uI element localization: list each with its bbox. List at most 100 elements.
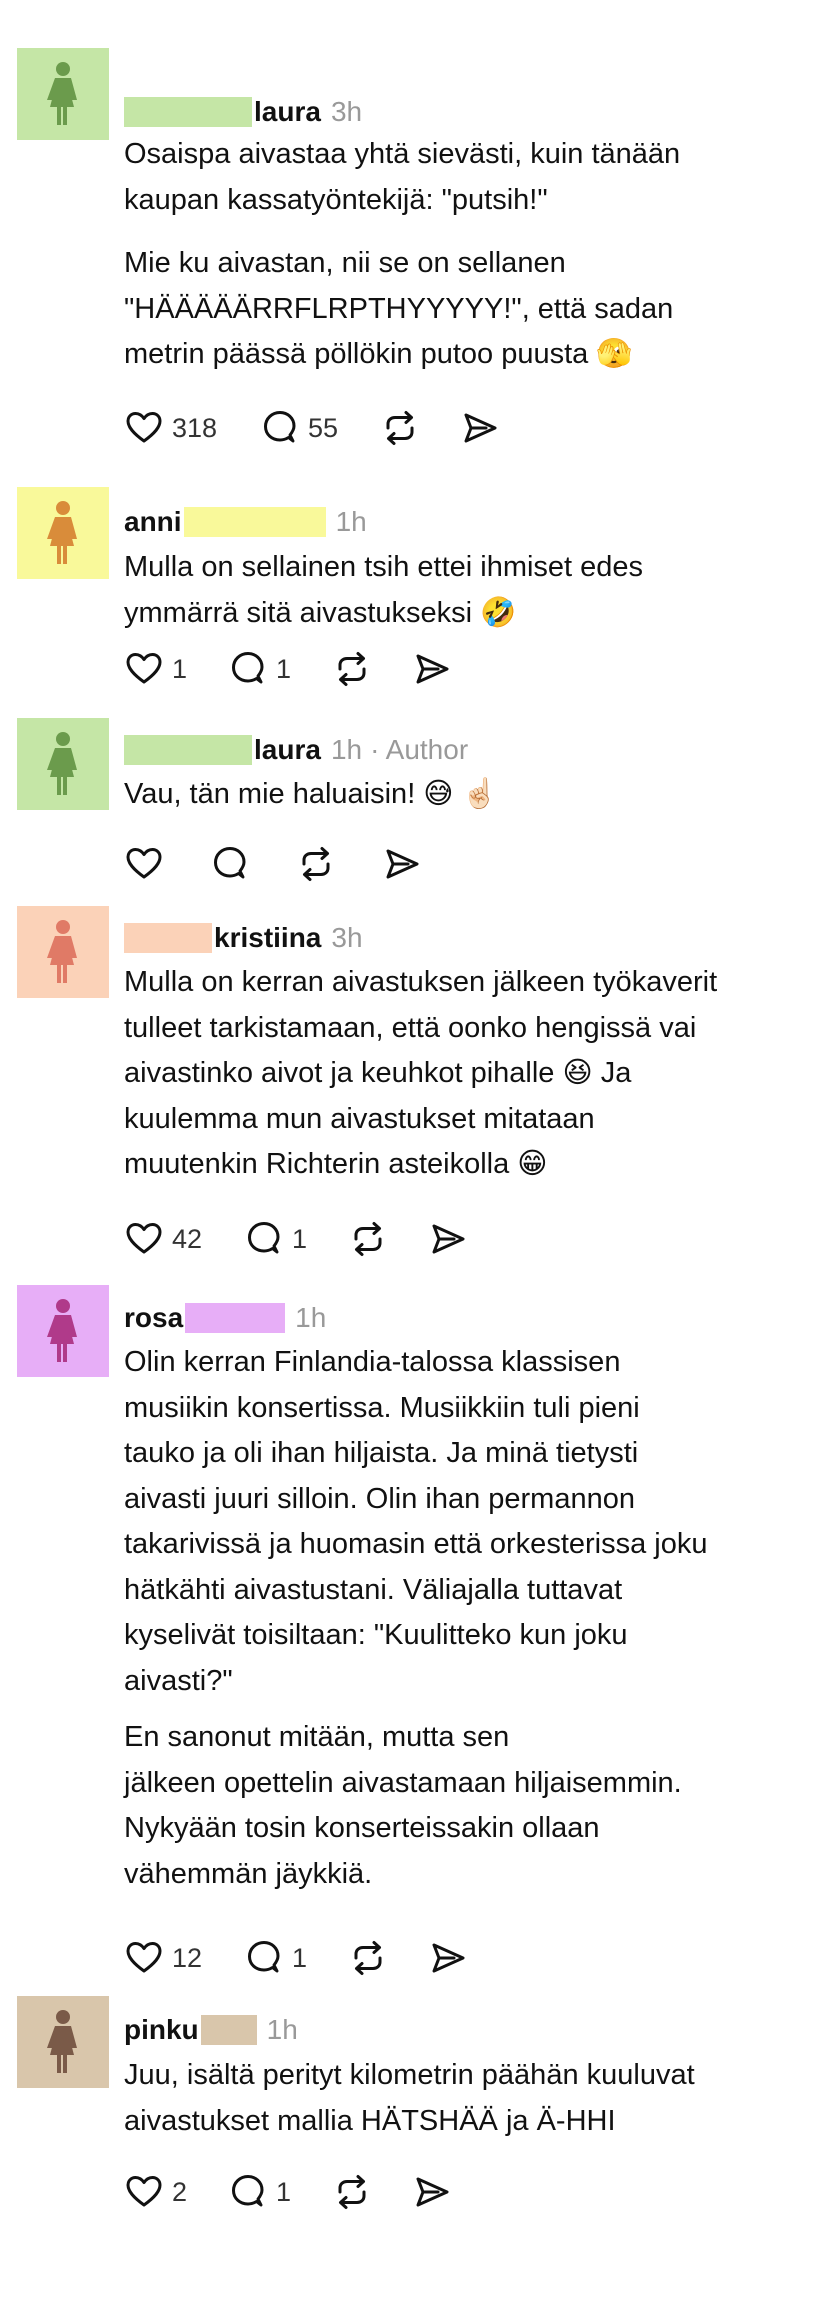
- reply-button[interactable]: [210, 844, 250, 884]
- post-header: laura 3h: [124, 92, 362, 132]
- text-line: jälkeen opettelin aivastamaan hiljaisemm…: [124, 1766, 682, 1799]
- like-button[interactable]: 42: [124, 1219, 202, 1259]
- text-line: aivastukset mallia HÄTSHÄÄ ja Ä-HHI: [124, 2104, 616, 2137]
- text-line: "HÄÄÄÄÄRRFLRPTHYYYYY!", että sadan: [124, 292, 674, 325]
- reply-button[interactable]: 1: [228, 649, 291, 689]
- like-button[interactable]: 1: [124, 649, 187, 689]
- share-icon: [428, 1938, 468, 1978]
- avatar[interactable]: [17, 906, 109, 998]
- likes-count: 2: [172, 2176, 188, 2207]
- text-line: ymmärrä sitä aivastukseksi 🤣: [124, 596, 517, 629]
- text-line: En sanonut mitään, mutta sen: [124, 1721, 510, 1753]
- username[interactable]: laura: [254, 734, 321, 766]
- text-line: aivasti juuri silloin. Olin ihan permann…: [124, 1482, 635, 1515]
- repost-button[interactable]: [332, 649, 372, 689]
- author-badge: · Author: [370, 734, 469, 765]
- like-button[interactable]: 12: [124, 1938, 202, 1978]
- avatar[interactable]: [17, 487, 109, 579]
- repost-button[interactable]: [348, 1219, 388, 1259]
- post-text: Vau, tän mie haluaisin! 😅 ☝🏻: [124, 772, 814, 818]
- username[interactable]: kristiina: [214, 922, 321, 954]
- text-line: hätkähti aivastustani. Väliajalla tuttav…: [124, 1573, 623, 1606]
- avatar[interactable]: [17, 1285, 109, 1377]
- reply-button[interactable]: 1: [244, 1938, 307, 1978]
- text-line: takarivissä ja huomasin että orkesteriss…: [124, 1528, 708, 1560]
- username[interactable]: anni: [124, 506, 182, 538]
- likes-count: 42: [172, 1223, 203, 1254]
- text-line: vähemmän jäykkiä.: [124, 1857, 373, 1890]
- text-line: Olin kerran Finlandia-talossa klassisen: [124, 1346, 621, 1378]
- share-button[interactable]: [428, 1938, 468, 1978]
- redacted-name-block: [124, 923, 212, 953]
- replies-count: 1: [276, 653, 292, 684]
- post-time: 1h: [266, 2014, 298, 2045]
- repost-icon: [348, 1938, 388, 1978]
- username[interactable]: rosa: [124, 1302, 183, 1334]
- reply-button[interactable]: 1: [244, 1219, 307, 1259]
- share-button[interactable]: [412, 649, 452, 689]
- repost-button[interactable]: [296, 844, 336, 884]
- post-header: laura 1h · Author: [124, 730, 468, 770]
- repost-icon: [332, 2172, 372, 2212]
- text-line: Osaispa aivastaa yhtä sievästi, kuin tän…: [124, 138, 681, 170]
- replies-count: 1: [276, 2176, 292, 2207]
- person-icon: [47, 2010, 77, 2073]
- replies-count: 1: [292, 1223, 308, 1254]
- text-line: Nykyään tosin konserteissakin ollaan: [124, 1812, 600, 1844]
- comment-icon: [228, 649, 268, 689]
- share-icon: [412, 649, 452, 689]
- post-time: 3h: [331, 922, 363, 953]
- heart-icon: [124, 1938, 164, 1978]
- share-button[interactable]: [412, 2172, 452, 2212]
- heart-icon: [124, 649, 164, 689]
- text-line: kaupan kassatyöntekijä: "putsih!": [124, 183, 548, 216]
- replies-count: 55: [308, 412, 339, 443]
- share-button[interactable]: [460, 408, 500, 448]
- repost-icon: [348, 1219, 388, 1259]
- avatar[interactable]: [17, 48, 109, 140]
- text-line: aivasti?": [124, 1664, 233, 1697]
- repost-icon: [296, 844, 336, 884]
- like-button[interactable]: 318: [124, 408, 217, 448]
- comment-icon: [244, 1219, 284, 1259]
- likes-count: 1: [172, 653, 188, 684]
- text-line: muutenkin Richterin asteikolla 😁: [124, 1148, 548, 1180]
- text-line: Juu, isältä perityt kilometrin päähän ku…: [124, 2059, 695, 2091]
- person-icon: [47, 1299, 77, 1362]
- repost-button[interactable]: [348, 1938, 388, 1978]
- comment-icon: [260, 408, 300, 448]
- likes-count: 318: [172, 412, 218, 443]
- text-line: metrin päässä pöllökin putoo puusta 🫣: [124, 338, 633, 370]
- reply-button[interactable]: 55: [260, 408, 338, 448]
- replies-count: 1: [292, 1942, 308, 1973]
- text-line: tauko ja oli ihan hiljaista. Ja minä tie…: [124, 1437, 639, 1469]
- avatar[interactable]: [17, 718, 109, 810]
- text-line: Mulla on kerran aivastuksen jälkeen työk…: [124, 966, 718, 998]
- like-button[interactable]: [124, 844, 164, 884]
- reply-button[interactable]: 1: [228, 2172, 291, 2212]
- avatar[interactable]: [17, 1996, 109, 2088]
- post-text: En sanonut mitään, mutta sen jälkeen opet…: [124, 1715, 814, 1897]
- person-icon: [47, 920, 77, 983]
- comment-icon: [210, 844, 250, 884]
- text-line: Vau, tän mie haluaisin! 😅 ☝🏻: [124, 778, 498, 810]
- person-icon: [47, 501, 77, 564]
- repost-button[interactable]: [380, 408, 420, 448]
- post-text: Mulla on sellainen tsih ettei ihmiset ed…: [124, 545, 814, 636]
- post-text: Osaispa aivastaa yhtä sievästi, kuin tän…: [124, 132, 814, 223]
- text-line: musiikin konsertissa. Musiikkiin tuli pi…: [124, 1391, 640, 1424]
- post-header: pinku 1h: [124, 2010, 298, 2050]
- username[interactable]: laura: [254, 96, 321, 128]
- post-header: kristiina 3h: [124, 918, 363, 958]
- share-icon: [428, 1219, 468, 1259]
- repost-button[interactable]: [332, 2172, 372, 2212]
- share-icon: [412, 2172, 452, 2212]
- likes-count: 12: [172, 1942, 203, 1973]
- like-button[interactable]: 2: [124, 2172, 187, 2212]
- share-button[interactable]: [382, 844, 422, 884]
- share-icon: [382, 844, 422, 884]
- username[interactable]: pinku: [124, 2014, 199, 2046]
- post-text: Juu, isältä perityt kilometrin päähän ku…: [124, 2053, 814, 2144]
- share-button[interactable]: [428, 1219, 468, 1259]
- post-header: anni 1h: [124, 502, 367, 542]
